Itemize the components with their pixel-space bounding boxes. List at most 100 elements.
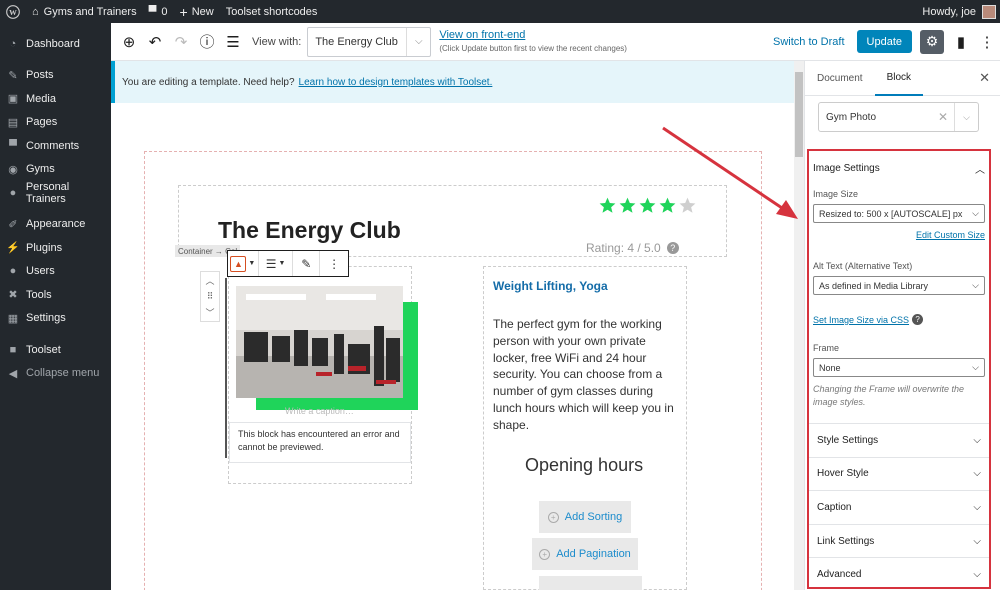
scrollbar-thumb[interactable]: [795, 72, 803, 157]
new-content-link[interactable]: + New: [174, 0, 220, 23]
sidebar-item-label: Tools: [26, 288, 52, 301]
sidebar-item-label: Gyms: [26, 163, 55, 176]
collapse-icon: ◀: [8, 367, 18, 380]
sidebar-item-posts[interactable]: ✎ Posts: [0, 64, 111, 88]
sidebar-item-label: Users: [26, 265, 55, 278]
image-size-select[interactable]: Resized to: 500 x [AUTOSCALE] px ⌵: [813, 204, 985, 223]
add-block-button[interactable]: [539, 576, 642, 590]
new-label: New: [191, 5, 214, 18]
sidebar-item-plugins[interactable]: ⚡ Plugins: [0, 236, 111, 260]
description-paragraph[interactable]: The perfect gym for the working person w…: [493, 316, 681, 434]
star-filled-icon: [619, 197, 636, 213]
tab-document[interactable]: Document: [805, 61, 875, 96]
toolset-panel-button[interactable]: ▮: [948, 29, 974, 55]
toolset-shortcodes-link[interactable]: Toolset shortcodes: [220, 0, 324, 23]
info-button[interactable]: ⓘ: [194, 29, 220, 55]
sidebar-item-pages[interactable]: ▤ Pages: [0, 111, 111, 135]
notice-help-link[interactable]: Learn how to design templates with Tools…: [299, 77, 493, 88]
add-pagination-button[interactable]: + Add Pagination: [532, 538, 638, 570]
switch-to-draft-button[interactable]: Switch to Draft: [773, 36, 845, 48]
close-icon[interactable]: ✕: [979, 70, 990, 86]
caption-input[interactable]: Write a caption…: [285, 406, 354, 416]
activities-heading[interactable]: Weight Lifting, Yoga: [493, 279, 608, 293]
collapse-menu-button[interactable]: ◀ Collapse menu: [0, 362, 111, 386]
redo-button[interactable]: ↷: [168, 29, 194, 55]
view-with-label: View with:: [252, 35, 302, 48]
image-block-type-button[interactable]: ▲ ▼: [228, 251, 258, 276]
image-source-select[interactable]: Gym Photo ✕ ⌵: [818, 102, 979, 132]
sidebar-item-media[interactable]: ▣ Media: [0, 87, 111, 111]
panel-title: Hover Style: [817, 468, 869, 480]
sidebar-item-label: Posts: [26, 69, 54, 82]
add-block-button[interactable]: ⊕: [116, 29, 142, 55]
site-name-label: Gyms and Trainers: [43, 5, 137, 18]
image-source-value: Gym Photo: [826, 111, 877, 123]
chevron-up-icon[interactable]: ︿: [205, 274, 214, 287]
user-account-menu[interactable]: Howdy, joe: [916, 0, 1000, 23]
edit-button[interactable]: ✎: [293, 251, 319, 276]
update-button[interactable]: Update: [856, 30, 912, 53]
opening-hours-heading[interactable]: Opening hours: [525, 455, 643, 476]
sidebar-item-comments[interactable]: ▀ Comments: [0, 134, 111, 158]
help-icon[interactable]: ?: [666, 242, 679, 254]
sidebar-item-settings[interactable]: ▦ Settings: [0, 307, 111, 331]
undo-button[interactable]: ↶: [142, 29, 168, 55]
panel-hover-style[interactable]: Hover Style ⌵: [809, 456, 989, 491]
block-mover[interactable]: ︿ ⠿ ﹀: [200, 271, 220, 322]
sidebar-item-users[interactable]: ● Users: [0, 260, 111, 284]
template-notice: You are editing a template. Need help? L…: [111, 61, 794, 103]
canvas-scrollbar[interactable]: [794, 61, 804, 590]
tab-block[interactable]: Block: [874, 61, 924, 96]
chevron-down-icon: ⌵: [973, 501, 981, 513]
clear-icon[interactable]: ✕: [938, 110, 948, 124]
gym-photo[interactable]: [236, 286, 403, 398]
chevron-down-icon[interactable]: ⌵: [954, 103, 978, 131]
block-toolbar: ▲ ▼ ☰ ▼ ✎ ⋮: [227, 250, 349, 277]
page-icon: ▤: [7, 116, 19, 129]
panel-link-settings[interactable]: Link Settings ⌵: [809, 523, 989, 558]
sidebar-item-toolset[interactable]: ■ Toolset: [0, 338, 111, 362]
more-options-button[interactable]: ⋮: [974, 29, 1000, 55]
info-icon: ⓘ: [199, 34, 215, 51]
dashboard-icon: ◔: [9, 37, 17, 50]
drag-handle-icon[interactable]: ⠿: [207, 291, 214, 302]
edit-custom-size-link[interactable]: Edit Custom Size: [916, 230, 985, 240]
image-settings-toggle[interactable]: Image Settings ︿: [813, 155, 985, 181]
settings-toggle-button[interactable]: ⚙: [920, 29, 944, 54]
chevron-down-icon[interactable]: ﹀: [205, 306, 214, 319]
comments-link[interactable]: ▀ 0: [143, 0, 174, 23]
more-options-button[interactable]: ⋮: [320, 251, 348, 276]
frame-select[interactable]: None ⌵: [813, 358, 985, 377]
page-title[interactable]: The Energy Club: [218, 217, 401, 244]
set-image-css-link[interactable]: Set Image Size via CSS: [813, 315, 909, 325]
sidebar-item-dashboard[interactable]: ◔ Dashboard: [0, 32, 111, 56]
panel-advanced[interactable]: Advanced ⌵: [809, 557, 989, 591]
block-navigation-button[interactable]: ☰: [220, 29, 246, 55]
editor-canvas: You are editing a template. Need help? L…: [111, 61, 794, 590]
sidebar-item-tools[interactable]: ✖ Tools: [0, 283, 111, 307]
wordpress-logo-icon[interactable]: W: [0, 0, 26, 23]
help-icon[interactable]: ?: [912, 314, 924, 326]
admin-bar: W ⌂ Gyms and Trainers ▀ 0 + New Toolset …: [0, 0, 1000, 23]
panel-style-settings[interactable]: Style Settings ⌵: [809, 423, 989, 457]
panel-caption[interactable]: Caption ⌵: [809, 490, 989, 524]
view-frontend-link[interactable]: View on front-end: [439, 29, 525, 41]
sidebar-item-appearance[interactable]: ✐ Appearance: [0, 213, 111, 237]
image-icon: ▲: [230, 255, 247, 272]
align-button[interactable]: ☰ ▼: [259, 251, 293, 276]
chevron-down-icon: ⌵: [972, 208, 979, 218]
star-filled-icon: [599, 197, 616, 213]
collapse-label: Collapse menu: [26, 367, 100, 380]
chevron-up-icon: ︿: [975, 164, 985, 176]
avatar: [982, 4, 996, 19]
admin-sidebar: ◔ Dashboard ✎ Posts ▣ Media ▤ Pages ▀ Comment…: [0, 23, 111, 590]
alt-text-select[interactable]: As defined in Media Library ⌵: [813, 276, 985, 295]
sidebar-item-gyms[interactable]: ◉ Gyms: [0, 158, 111, 182]
site-name-link[interactable]: ⌂ Gyms and Trainers: [26, 0, 143, 23]
panel-title: Caption: [817, 501, 852, 513]
add-sorting-button[interactable]: + Add Sorting: [539, 501, 631, 533]
view-with-select[interactable]: The Energy Club ⌵: [307, 26, 432, 57]
sidebar-item-personal-trainers[interactable]: ● Personal Trainers: [0, 181, 111, 205]
sidebar-item-label: Comments: [26, 139, 80, 152]
rating-text: Rating: 4 / 5.0 ?: [586, 241, 679, 255]
